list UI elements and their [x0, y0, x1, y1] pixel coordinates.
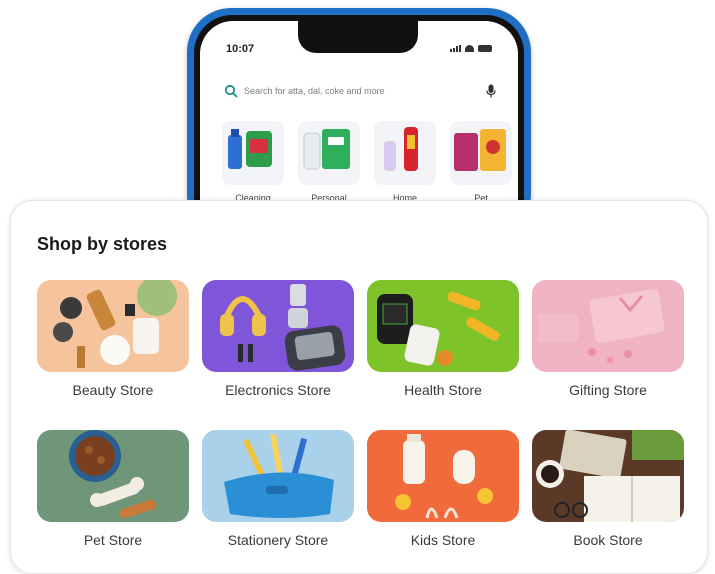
wifi-icon: [465, 45, 474, 52]
store-thumbnail-beauty: [37, 280, 189, 372]
store-thumbnail-pet: [37, 430, 189, 522]
store-label: Electronics Store: [225, 382, 331, 398]
store-label: Health Store: [404, 382, 482, 398]
store-label: Beauty Store: [72, 382, 154, 398]
search-bar[interactable]: Search for atta, dal, coke and more: [224, 79, 496, 103]
store-kids[interactable]: Kids Store: [367, 430, 519, 548]
store-gifting[interactable]: Gifting Store: [532, 280, 684, 398]
store-label: Kids Store: [410, 532, 476, 548]
store-health[interactable]: Health Store: [367, 280, 519, 398]
search-input[interactable]: Search for atta, dal, coke and more: [244, 86, 480, 96]
category-thumbnail: [374, 121, 436, 185]
status-icons: [450, 45, 492, 52]
phone-notch: [298, 21, 418, 53]
store-label: Book Store: [573, 532, 643, 548]
store-label: Gifting Store: [569, 382, 647, 398]
signal-icon: [450, 45, 461, 52]
store-thumbnail-health: [367, 280, 519, 372]
store-thumbnail-electronics: [202, 280, 354, 372]
store-stationery[interactable]: Stationery Store: [202, 430, 354, 548]
category-thumbnail: [298, 121, 360, 185]
store-pet[interactable]: Pet Store: [37, 430, 189, 548]
category-pet[interactable]: Pet: [450, 121, 512, 203]
store-label: Pet Store: [83, 532, 143, 548]
category-home[interactable]: Home: [374, 121, 436, 203]
section-title: Shop by stores: [37, 234, 168, 254]
store-thumbnail-book: [532, 430, 684, 522]
store-thumbnail-kids: [367, 430, 519, 522]
battery-icon: [478, 45, 492, 52]
category-thumbnail: [222, 121, 284, 185]
shop-by-stores-card: Shop by stores Beauty Store Electronics …: [10, 200, 708, 574]
store-electronics[interactable]: Electronics Store: [202, 280, 354, 398]
category-personal[interactable]: Personal: [298, 121, 360, 203]
store-beauty[interactable]: Beauty Store: [37, 280, 189, 398]
status-time: 10:07: [226, 43, 255, 55]
search-icon: [224, 84, 238, 98]
mic-icon[interactable]: [486, 84, 496, 98]
category-thumbnail: [450, 121, 512, 185]
store-book[interactable]: Book Store: [532, 430, 684, 548]
category-row: Cleaning Personal Home Pet: [222, 121, 512, 203]
category-cleaning[interactable]: Cleaning: [222, 121, 284, 203]
store-label: Stationery Store: [227, 532, 329, 548]
store-thumbnail-stationery: [202, 430, 354, 522]
store-thumbnail-gifting: [532, 280, 684, 372]
